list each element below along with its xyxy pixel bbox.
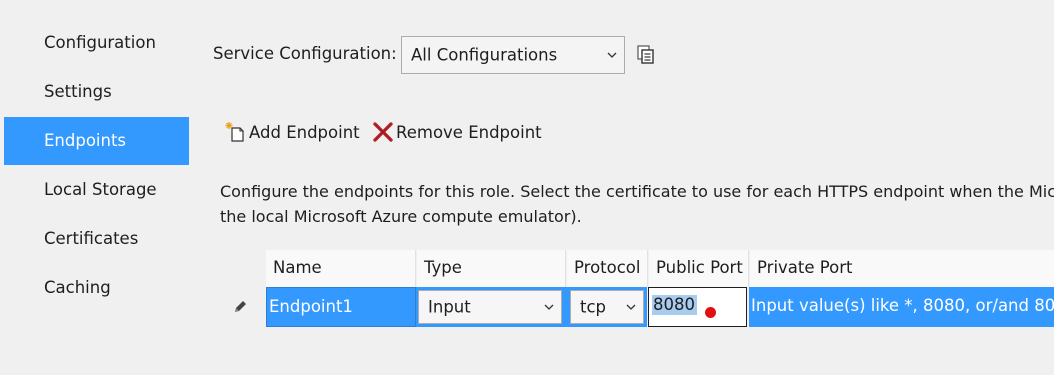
public-port-input[interactable]: 8080 — [648, 287, 747, 327]
add-document-icon — [225, 122, 244, 142]
public-port-value: 8080 — [652, 295, 697, 315]
private-port-cell[interactable]: Input value(s) like *, 8080, or/and 8000… — [749, 287, 1054, 327]
column-header-name-label: Name — [273, 258, 322, 277]
chevron-down-icon — [607, 52, 617, 58]
description-line-1: Configure the endpoints for this role. S… — [220, 182, 1054, 201]
service-configuration-label: Service Configuration: — [213, 44, 397, 63]
cursor-indicator — [705, 307, 716, 318]
description-line-2: the local Microsoft Azure compute emulat… — [220, 207, 582, 226]
row-edit-indicator[interactable] — [214, 287, 266, 327]
endpoints-description: Configure the endpoints for this role. S… — [220, 179, 1054, 229]
column-header-private-port[interactable]: Private Port — [750, 250, 1054, 287]
remove-endpoint-label: Remove Endpoint — [396, 122, 542, 142]
column-header-private-port-label: Private Port — [757, 258, 853, 277]
endpoint-protocol-value: tcp — [580, 297, 607, 317]
sidebar-item-certificates[interactable]: Certificates — [4, 215, 189, 263]
grid-corner-header — [214, 250, 266, 287]
endpoint-type-select[interactable]: Input — [418, 290, 562, 324]
sidebar-item-endpoints[interactable]: Endpoints — [4, 117, 189, 165]
endpoints-grid: Name Type Protocol Public Port Private P… — [214, 250, 1054, 328]
sidebar-item-local-storage[interactable]: Local Storage — [4, 166, 189, 214]
column-header-type-label: Type — [424, 258, 462, 277]
chevron-down-icon — [544, 304, 554, 310]
pencil-icon — [235, 301, 246, 312]
column-header-public-port[interactable]: Public Port — [649, 250, 749, 287]
service-configuration-select[interactable]: All Configurations — [401, 36, 625, 74]
column-header-protocol[interactable]: Protocol — [567, 250, 648, 287]
sidebar-item-settings[interactable]: Settings — [4, 68, 189, 116]
column-header-public-port-label: Public Port — [656, 258, 743, 277]
column-header-name[interactable]: Name — [266, 250, 416, 287]
column-header-type[interactable]: Type — [417, 250, 566, 287]
remove-endpoint-button[interactable]: Remove Endpoint — [372, 118, 542, 146]
endpoint-type-value: Input — [428, 297, 471, 317]
sidebar-item-caching[interactable]: Caching — [4, 264, 189, 312]
chevron-down-icon — [626, 304, 636, 310]
add-endpoint-button[interactable]: Add Endpoint — [225, 118, 360, 146]
endpoint-name-cell[interactable]: Endpoint1 — [266, 287, 416, 327]
add-endpoint-label: Add Endpoint — [249, 122, 360, 142]
column-header-protocol-label: Protocol — [574, 258, 641, 277]
endpoint-name-value: Endpoint1 — [269, 297, 353, 316]
sidebar: Configuration Settings Endpoints Local S… — [0, 0, 190, 375]
copy-configuration-icon[interactable] — [635, 44, 657, 66]
delete-x-icon — [373, 122, 393, 142]
endpoint-protocol-select[interactable]: tcp — [570, 290, 644, 324]
private-port-value: Input value(s) like *, 8080, or/and 8000… — [751, 296, 1054, 315]
service-configuration-value: All Configurations — [411, 45, 558, 65]
sidebar-item-configuration[interactable]: Configuration — [4, 19, 189, 67]
